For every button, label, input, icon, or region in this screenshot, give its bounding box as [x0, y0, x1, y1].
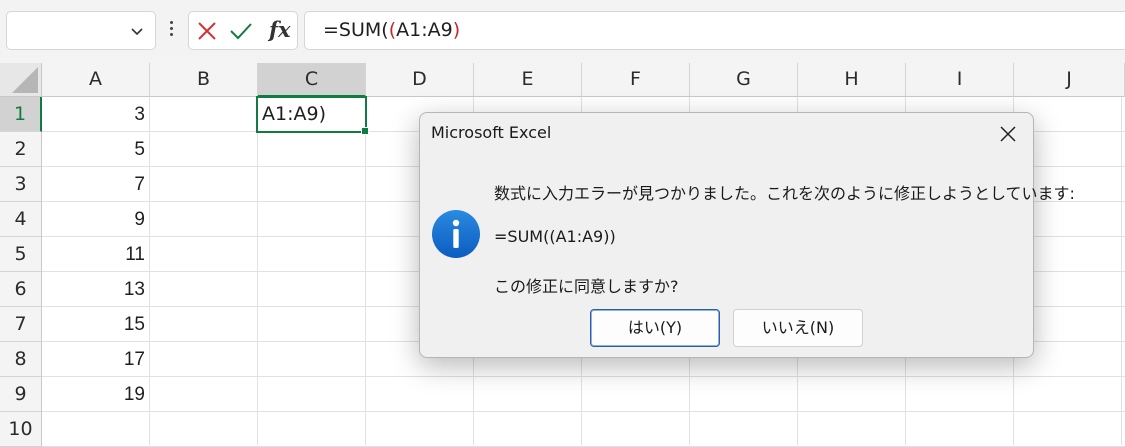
cell-a3[interactable]: 7 [42, 167, 145, 202]
name-box[interactable] [6, 11, 156, 50]
grid-hline [42, 411, 1125, 412]
column-header-d[interactable]: D [366, 63, 474, 97]
row-header-7[interactable]: 7 [0, 307, 42, 342]
formula-prefix: =SUM( [323, 19, 389, 41]
column-header-f[interactable]: F [582, 63, 690, 97]
row-header-8[interactable]: 8 [0, 342, 42, 377]
cell-a6[interactable]: 13 [42, 272, 145, 307]
cell-a1[interactable]: 3 [42, 97, 145, 132]
row-header-5[interactable]: 5 [0, 237, 42, 272]
column-header-c[interactable]: C [258, 63, 366, 97]
formula-controls: fx [188, 11, 298, 50]
column-header-g[interactable]: G [690, 63, 798, 97]
row-header-9[interactable]: 9 [0, 377, 42, 412]
info-icon [432, 210, 480, 258]
active-cell-c1[interactable]: A1:A9) [256, 96, 369, 135]
row-header-6[interactable]: 6 [0, 272, 42, 307]
formula-bar: fx =SUM((A1:A9) [0, 0, 1125, 63]
row-header-4[interactable]: 4 [0, 202, 42, 237]
cell-a7[interactable]: 15 [42, 307, 145, 342]
enter-check-icon[interactable] [229, 21, 253, 41]
column-header-e[interactable]: E [474, 63, 582, 97]
formula-close-paren: ) [452, 19, 461, 41]
cancel-x-icon[interactable] [197, 21, 217, 41]
row-header-3[interactable]: 3 [0, 167, 42, 202]
formula-range: A1:A9 [396, 19, 453, 41]
row-header-2[interactable]: 2 [0, 132, 42, 167]
cell-a4[interactable]: 9 [42, 202, 145, 237]
cell-a5[interactable]: 11 [42, 237, 145, 272]
column-header-j[interactable]: J [1014, 63, 1125, 97]
dialog-message: 数式に入力エラーが見つかりました。これを次のように修正しようとしています: [494, 184, 1075, 203]
more-options-icon[interactable] [168, 21, 176, 41]
cell-a8[interactable]: 17 [42, 342, 145, 377]
column-header-h[interactable]: H [798, 63, 906, 97]
yes-button[interactable]: はい(Y) [590, 309, 720, 347]
cell-a9[interactable]: 19 [42, 377, 145, 412]
dialog-question: この修正に同意しますか? [494, 277, 679, 296]
column-header-a[interactable]: A [42, 63, 150, 97]
fill-handle[interactable] [361, 127, 369, 135]
select-all-corner[interactable] [0, 63, 42, 97]
active-cell-text: A1:A9) [262, 103, 326, 125]
column-header-i[interactable]: I [906, 63, 1014, 97]
grid-hline [42, 376, 1125, 377]
row-header-10[interactable]: 10 [0, 412, 42, 447]
formula-correction-dialog: Microsoft Excel 数式に入力エラーが見つかりました。これを次のよう… [419, 112, 1075, 358]
formula-input[interactable]: =SUM((A1:A9) [304, 11, 1125, 50]
row-header-1[interactable]: 1 [0, 97, 42, 132]
suggested-formula: =SUM((A1:A9)) [494, 227, 616, 246]
insert-function-icon[interactable]: fx [269, 17, 291, 42]
no-button[interactable]: いいえ(N) [733, 309, 863, 347]
close-icon[interactable] [999, 125, 1017, 143]
column-header-b[interactable]: B [150, 63, 258, 97]
cell-a2[interactable]: 5 [42, 132, 145, 167]
formula-paren-highlight: ( [388, 19, 397, 41]
chevron-down-icon[interactable] [129, 23, 145, 39]
dialog-title: Microsoft Excel [431, 123, 552, 142]
